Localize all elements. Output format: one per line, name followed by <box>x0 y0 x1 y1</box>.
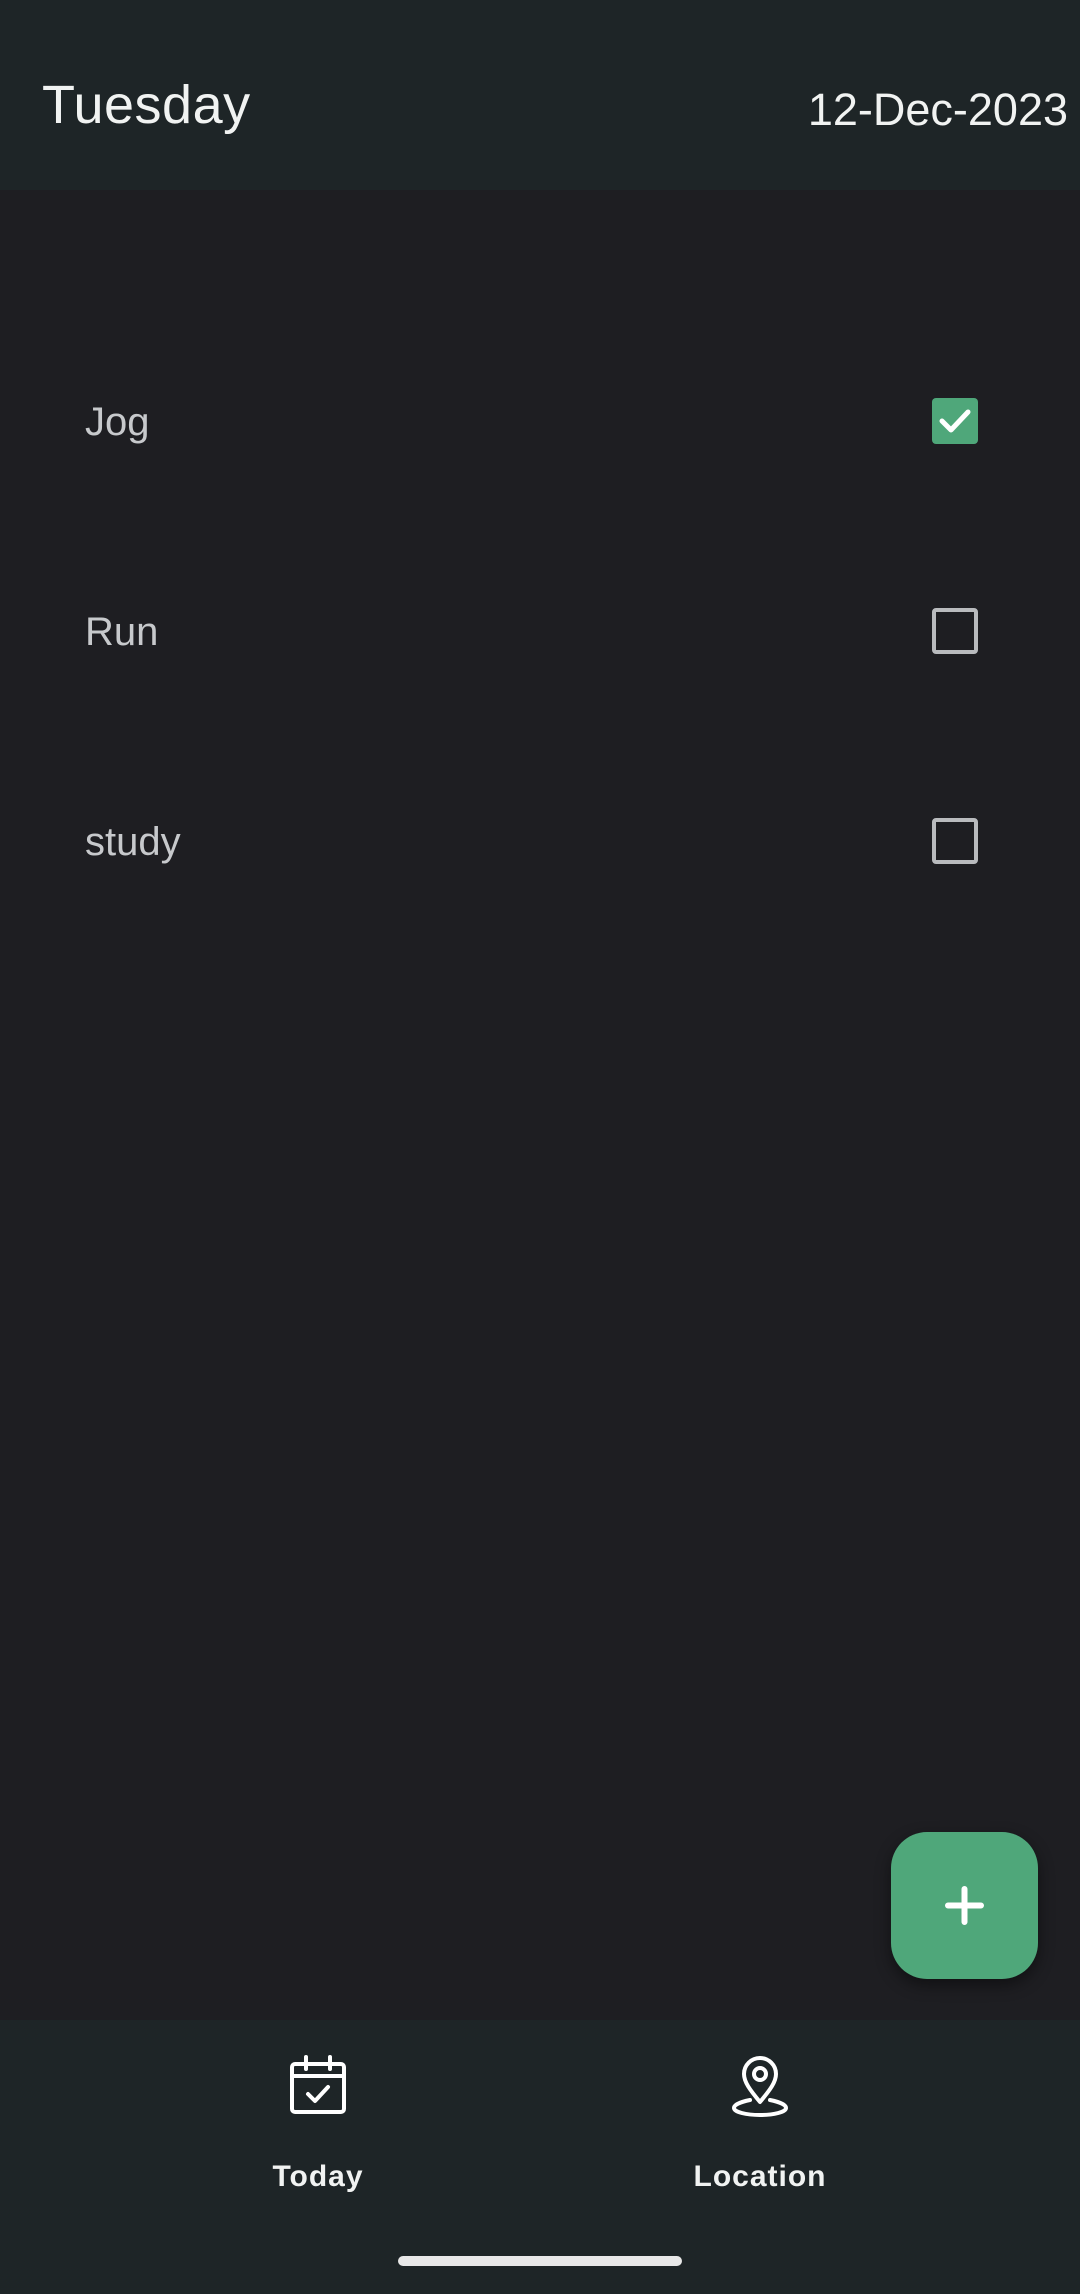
task-checkbox[interactable] <box>932 608 978 654</box>
task-label: Run <box>85 610 159 654</box>
nav-item-today[interactable]: Today <box>168 2020 468 2220</box>
task-label: Jog <box>85 400 150 444</box>
home-indicator[interactable] <box>398 2256 682 2266</box>
checkmark-icon <box>939 409 971 433</box>
task-row[interactable]: study <box>0 750 1080 960</box>
task-list: Jog Run study <box>0 330 1080 960</box>
calendar-check-icon <box>290 2055 346 2114</box>
task-checkbox-checked[interactable] <box>932 398 978 444</box>
task-label: study <box>85 820 181 864</box>
bottom-navigation: Today Location <box>0 2020 1080 2294</box>
nav-label-location: Location <box>693 2160 827 2193</box>
add-task-button[interactable] <box>891 1832 1038 1979</box>
app-screen: Tuesday 12-Dec-2023 Jog Run study Today … <box>0 0 1080 2294</box>
task-checkbox[interactable] <box>932 818 978 864</box>
task-row[interactable]: Jog <box>0 330 1080 540</box>
day-title: Tuesday <box>42 75 251 135</box>
nav-label-today: Today <box>272 2160 364 2193</box>
plus-icon <box>945 1886 984 1925</box>
date-label: 12-Dec-2023 <box>807 84 1068 135</box>
map-pin-icon <box>731 2056 789 2118</box>
top-app-bar: Tuesday 12-Dec-2023 <box>0 0 1080 190</box>
nav-item-location[interactable]: Location <box>610 2020 910 2220</box>
task-row[interactable]: Run <box>0 540 1080 750</box>
